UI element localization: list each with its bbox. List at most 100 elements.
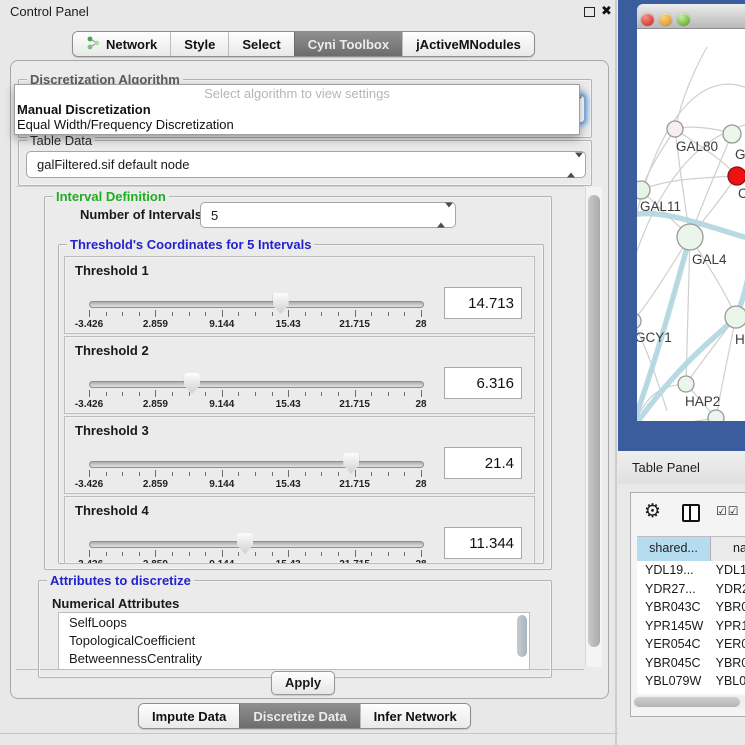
table-row[interactable]: YBL079WYBL0	[637, 672, 745, 691]
dropdown-option[interactable]: Manual Discretization	[15, 102, 579, 117]
slider-tick-label: 2.859	[130, 479, 180, 490]
cell-shared-name[interactable]: YLR345W	[637, 691, 710, 695]
table-row[interactable]: YBR045CYBR0	[637, 654, 745, 673]
thresholds-group-title: Threshold's Coordinates for 5 Intervals	[67, 237, 314, 252]
numerical-attributes-list[interactable]: SelfLoops TopologicalCoefficient Between…	[58, 612, 530, 670]
float-window-icon[interactable]	[584, 7, 595, 17]
network-node[interactable]	[723, 125, 741, 143]
network-window-titlebar[interactable]	[637, 4, 745, 29]
slider-tick	[205, 392, 206, 396]
apply-button[interactable]: Apply	[271, 671, 335, 695]
node-label: GAL80	[676, 139, 718, 154]
cell-name[interactable]: YPR1	[710, 617, 745, 636]
list-scrollbar[interactable]	[516, 613, 528, 667]
list-item[interactable]: BetweennessCentrality	[59, 649, 529, 667]
table-row[interactable]: YDL19...YDL1	[637, 561, 745, 580]
cell-shared-name[interactable]: YBR043C	[637, 598, 710, 617]
slider-track[interactable]	[89, 381, 424, 388]
close-icon[interactable]: ✖	[601, 3, 612, 19]
tab-style[interactable]: Style	[170, 32, 228, 56]
scrollbar-thumb[interactable]	[634, 697, 740, 707]
table-row[interactable]: YBR043CYBR0	[637, 598, 745, 617]
cell-shared-name[interactable]: YDR27...	[637, 580, 710, 599]
slider-track[interactable]	[89, 301, 424, 308]
scrollbar-thumb[interactable]	[588, 195, 600, 647]
select-columns-checkboxes-icon[interactable]: ☑☑	[716, 504, 740, 518]
slider-thumb[interactable]	[273, 293, 289, 314]
tab-network[interactable]: Network	[73, 32, 170, 56]
slider-thumb[interactable]	[184, 373, 200, 394]
threshold-panel: Threshold 2 -3.4262.8599.14415.4321.7152…	[64, 336, 535, 414]
dropdown-placeholder-item[interactable]: Select algorithm to view settings	[15, 85, 579, 102]
cell-name[interactable]: YBR0	[710, 654, 745, 673]
network-node[interactable]	[678, 376, 694, 392]
threshold-value-field[interactable]	[444, 367, 522, 399]
table-row[interactable]: YER054CYER0	[637, 635, 745, 654]
threshold-value-field[interactable]	[444, 527, 522, 559]
cell-shared-name[interactable]: YBL079W	[637, 672, 710, 691]
minimize-traffic-icon[interactable]	[659, 13, 672, 26]
list-item[interactable]: TopologicalCoefficient	[59, 631, 529, 649]
combo-arrows-icon	[567, 157, 576, 172]
interval-definition-title: Interval Definition	[53, 189, 169, 204]
tab-impute-data[interactable]: Impute Data	[139, 704, 239, 728]
slider-tick	[388, 472, 389, 476]
top-tab-strip: Network Style Select Cyni Toolbox jActiv…	[72, 31, 535, 57]
cell-shared-name[interactable]: YDL19...	[637, 561, 710, 580]
cell-shared-name[interactable]: YER054C	[637, 635, 710, 654]
slider-tick	[321, 552, 322, 556]
network-node[interactable]	[725, 306, 745, 328]
tab-discretize-data[interactable]: Discretize Data	[239, 704, 359, 728]
threshold-value-field[interactable]	[444, 287, 522, 319]
vertical-scrollbar[interactable]	[585, 187, 602, 667]
network-graph	[637, 29, 745, 421]
tab-cyni-toolbox[interactable]: Cyni Toolbox	[294, 32, 402, 56]
panel-title: Control Panel	[10, 4, 89, 19]
slider-track[interactable]	[89, 541, 424, 548]
dropdown-option[interactable]: Equal Width/Frequency Discretization	[15, 117, 579, 132]
table-panel-title: Table Panel	[632, 460, 700, 475]
zoom-traffic-icon[interactable]	[677, 13, 690, 26]
slider-tick	[288, 550, 289, 557]
cell-name[interactable]: YDL1	[710, 561, 745, 580]
slider-track[interactable]	[89, 461, 424, 468]
table-row[interactable]: YPR145WYPR1	[637, 617, 745, 636]
network-node[interactable]	[667, 121, 683, 137]
cell-name[interactable]: YER0	[710, 635, 745, 654]
cell-name[interactable]: YBL0	[710, 672, 745, 691]
network-node[interactable]	[637, 181, 650, 199]
columns-icon[interactable]	[682, 504, 700, 522]
network-node[interactable]	[708, 410, 724, 421]
table-row[interactable]: YLR345WYLR3	[637, 691, 745, 695]
column-header-name[interactable]: na	[711, 537, 745, 561]
network-window-frame: GAL80 G C GAL11 GAL4 GCY1 H HAP2	[618, 0, 745, 451]
tab-jactivemnodules[interactable]: jActiveMNodules	[402, 32, 534, 56]
tab-select[interactable]: Select	[228, 32, 293, 56]
scrollbar-thumb[interactable]	[517, 615, 527, 657]
network-node[interactable]	[637, 313, 641, 329]
slider-thumb[interactable]	[237, 533, 253, 554]
list-item[interactable]: SelfLoops	[59, 613, 529, 631]
slider-tick	[222, 470, 223, 477]
slider-tick	[404, 552, 405, 556]
slider-tick-label: -3.426	[64, 399, 114, 410]
tab-infer-network[interactable]: Infer Network	[360, 704, 470, 728]
slider-tick	[404, 472, 405, 476]
gear-icon[interactable]: ⚙	[644, 500, 661, 523]
number-of-intervals-spinner[interactable]: 5	[200, 202, 456, 228]
network-node-selected[interactable]	[728, 167, 745, 185]
cell-name[interactable]: YLR3	[710, 691, 745, 695]
close-traffic-icon[interactable]	[641, 13, 654, 26]
cell-shared-name[interactable]: YPR145W	[637, 617, 710, 636]
table-row[interactable]: YDR27...YDR2	[637, 580, 745, 599]
cell-name[interactable]: YDR2	[710, 580, 745, 599]
cell-shared-name[interactable]: YBR045C	[637, 654, 710, 673]
slider-thumb[interactable]	[343, 453, 359, 474]
column-header-shared-name[interactable]: shared...	[637, 537, 711, 561]
table-data-combobox[interactable]: galFiltered.sif default node	[26, 151, 586, 178]
network-canvas[interactable]: GAL80 G C GAL11 GAL4 GCY1 H HAP2	[637, 29, 745, 421]
horizontal-scrollbar[interactable]	[633, 696, 745, 708]
cell-name[interactable]: YBR0	[710, 598, 745, 617]
threshold-value-field[interactable]	[444, 447, 522, 479]
network-node[interactable]	[677, 224, 703, 250]
